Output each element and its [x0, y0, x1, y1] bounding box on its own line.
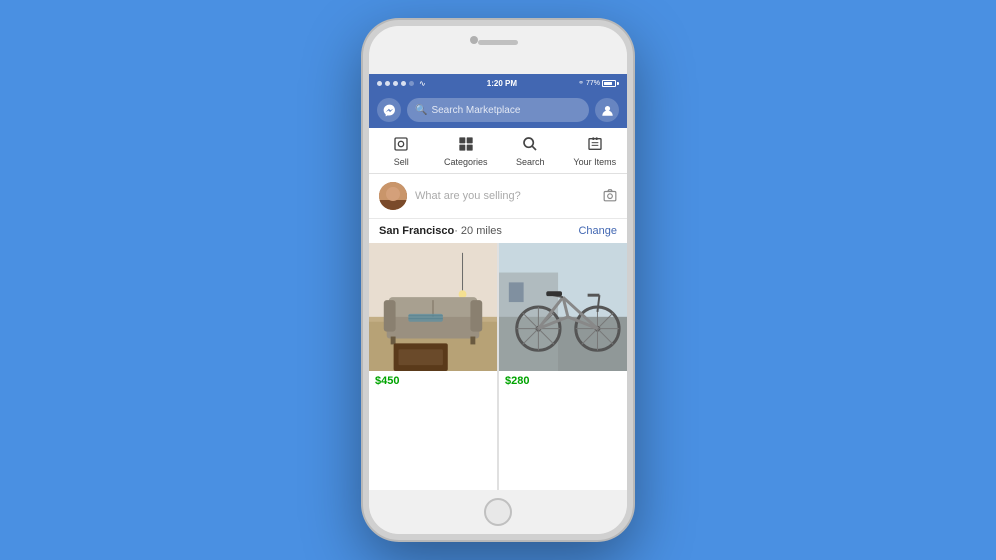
- battery-body: [602, 80, 616, 87]
- distance-text: · 20 miles: [454, 225, 502, 237]
- change-location-button[interactable]: Change: [578, 225, 617, 237]
- product-card-bike[interactable]: $280: [499, 243, 627, 490]
- status-time: 1:20 PM: [487, 79, 517, 88]
- signal-dot-5: [409, 81, 414, 86]
- categories-label: Categories: [444, 157, 488, 167]
- status-right: ⚭ 77%: [578, 79, 619, 87]
- messenger-icon[interactable]: [377, 98, 401, 122]
- status-bar: ∿ 1:20 PM ⚭ 77%: [369, 74, 627, 92]
- home-button[interactable]: [484, 498, 512, 526]
- signal-indicators: ∿: [377, 79, 426, 88]
- bike-image: [499, 243, 627, 371]
- sell-input-area: What are you selling?: [369, 174, 627, 219]
- signal-dot-2: [385, 81, 390, 86]
- sofa-price: $450: [369, 371, 497, 391]
- battery-icon: [602, 80, 619, 87]
- profile-icon[interactable]: [595, 98, 619, 122]
- wifi-icon: ∿: [419, 79, 426, 88]
- city-name: San Francisco: [379, 225, 454, 237]
- phone-bottom-bezel: [369, 490, 627, 534]
- facebook-navbar: 🔍 Search Marketplace: [369, 92, 627, 128]
- phone-frame: ∿ 1:20 PM ⚭ 77% 🔍: [363, 20, 633, 540]
- tab-categories[interactable]: Categories: [434, 128, 499, 173]
- avatar-image: [379, 182, 407, 210]
- screen: ∿ 1:20 PM ⚭ 77% 🔍: [369, 74, 627, 490]
- signal-dot-4: [401, 81, 406, 86]
- battery-tip: [617, 82, 619, 85]
- search-label: Search: [516, 157, 545, 167]
- phone-speaker: [478, 40, 518, 45]
- search-tab-icon: [522, 136, 538, 155]
- signal-dot-1: [377, 81, 382, 86]
- phone-top-bezel: [369, 26, 627, 74]
- sell-input-text[interactable]: What are you selling?: [415, 190, 595, 202]
- tab-bar: Sell Categories: [369, 128, 627, 174]
- battery-fill: [604, 82, 612, 85]
- categories-icon: [458, 136, 474, 155]
- battery-percent: 77%: [586, 80, 600, 87]
- user-avatar: [379, 182, 407, 210]
- sofa-image: [369, 243, 497, 371]
- your-items-label: Your Items: [573, 157, 616, 167]
- camera-icon[interactable]: [603, 188, 617, 205]
- bike-price: $280: [499, 371, 627, 391]
- location-bar: San Francisco· 20 miles Change: [369, 219, 627, 243]
- sell-icon: [393, 136, 409, 155]
- location-text: San Francisco· 20 miles: [379, 225, 502, 237]
- sell-label: Sell: [394, 157, 409, 167]
- signal-dot-3: [393, 81, 398, 86]
- bluetooth-icon: ⚭: [578, 79, 584, 87]
- product-grid: $450: [369, 243, 627, 490]
- front-camera: [470, 36, 478, 44]
- tab-sell[interactable]: Sell: [369, 128, 434, 173]
- tab-search[interactable]: Search: [498, 128, 563, 173]
- search-icon: 🔍: [415, 105, 427, 116]
- tab-your-items[interactable]: Your Items: [563, 128, 628, 173]
- your-items-icon: [587, 136, 603, 155]
- product-card-sofa[interactable]: $450: [369, 243, 497, 490]
- search-placeholder: Search Marketplace: [431, 105, 520, 116]
- search-bar[interactable]: 🔍 Search Marketplace: [407, 98, 589, 122]
